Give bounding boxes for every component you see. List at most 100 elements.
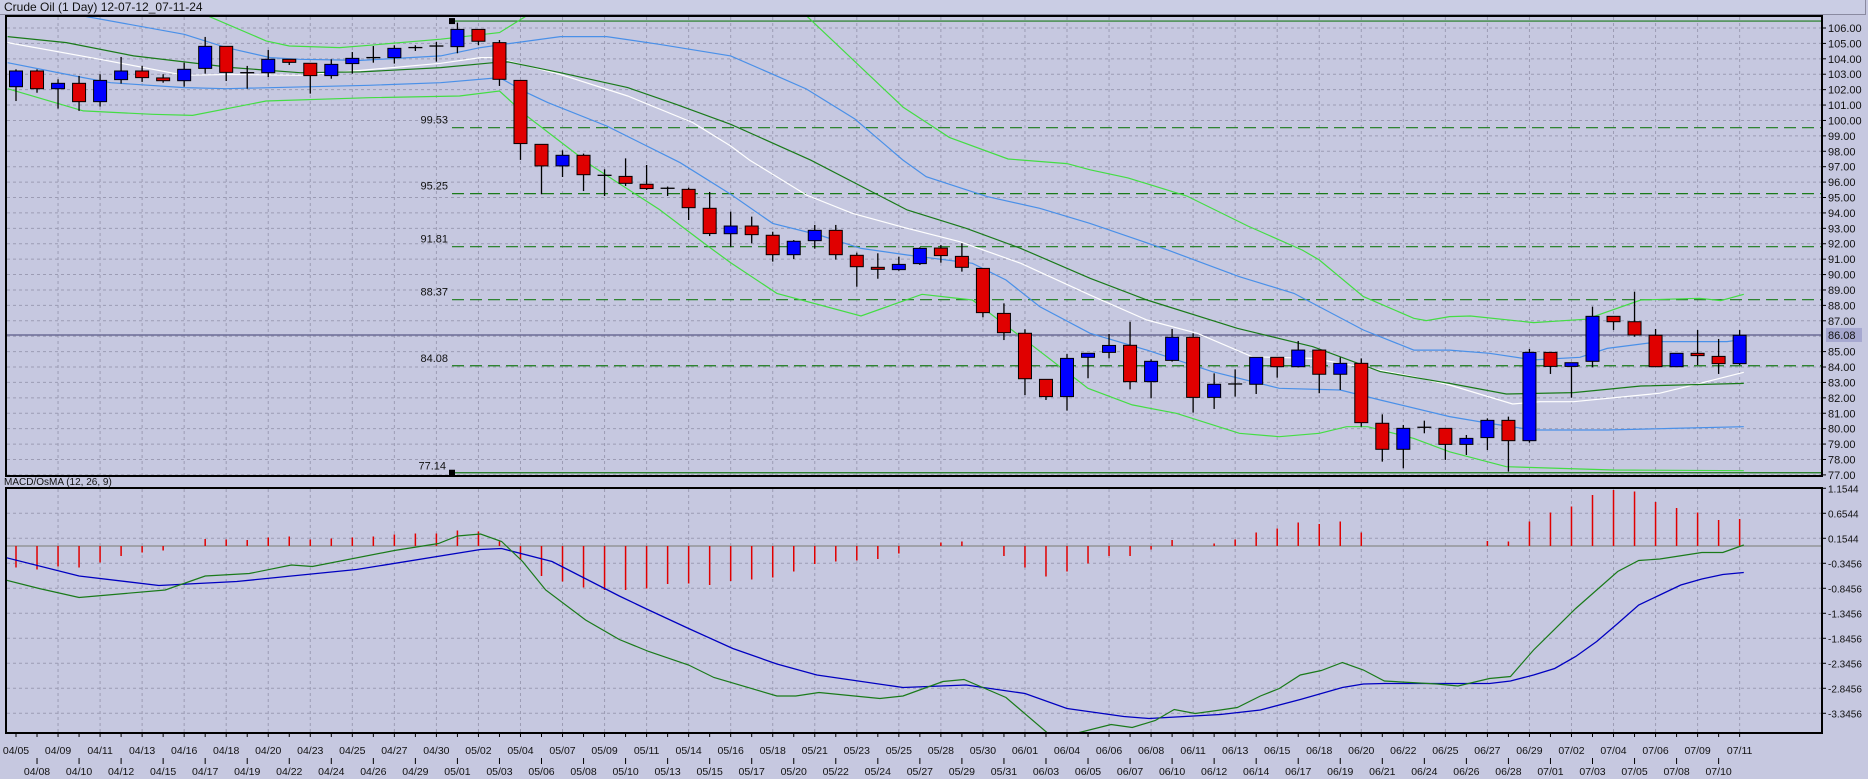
date-axis-label: 05/02 bbox=[465, 745, 491, 757]
price-panel: 99.53 95.25 91.81 88.37 84.08 77.14 bbox=[7, 17, 1822, 476]
candle[interactable] bbox=[1312, 349, 1327, 394]
price-axis-label: 99.00 bbox=[1828, 131, 1856, 143]
date-axis-label: 06/03 bbox=[1033, 766, 1059, 778]
candle[interactable] bbox=[30, 69, 45, 93]
date-axis-label: 04/10 bbox=[66, 766, 92, 778]
date-axis-label: 06/12 bbox=[1201, 766, 1227, 778]
candle[interactable] bbox=[1354, 358, 1369, 427]
date-axis-label: 07/06 bbox=[1642, 745, 1668, 757]
candle[interactable] bbox=[1060, 354, 1074, 411]
candle-body-up bbox=[1207, 383, 1222, 398]
candle-body-up bbox=[1081, 352, 1096, 358]
range-low-label: 77.14 bbox=[418, 461, 446, 473]
candle-body-down bbox=[1501, 419, 1516, 442]
date-axis-label: 07/10 bbox=[1705, 766, 1731, 778]
candle[interactable] bbox=[261, 50, 276, 78]
level-label: 95.25 bbox=[420, 181, 448, 193]
date-axis-label: 05/22 bbox=[823, 766, 849, 778]
candle[interactable] bbox=[471, 28, 486, 46]
candle[interactable] bbox=[1375, 414, 1390, 462]
date-axis-label: 06/29 bbox=[1516, 745, 1542, 757]
candle[interactable] bbox=[1627, 291, 1642, 337]
candle[interactable] bbox=[534, 143, 549, 195]
candle[interactable] bbox=[408, 45, 423, 51]
date-axis-label: 06/24 bbox=[1411, 766, 1437, 778]
candle-body-down bbox=[681, 188, 696, 209]
date-axis-label: 05/15 bbox=[697, 766, 723, 778]
candle[interactable] bbox=[1732, 330, 1747, 366]
candle[interactable] bbox=[954, 243, 969, 272]
candle[interactable] bbox=[1606, 315, 1621, 331]
candle-body-down bbox=[618, 175, 633, 184]
candle[interactable] bbox=[1522, 348, 1537, 443]
candle[interactable] bbox=[177, 62, 192, 87]
candle[interactable] bbox=[744, 216, 759, 244]
candle[interactable] bbox=[576, 153, 591, 192]
date-axis-label: 04/23 bbox=[297, 745, 323, 757]
candle[interactable] bbox=[1438, 427, 1453, 460]
candle[interactable] bbox=[450, 22, 465, 54]
candle[interactable] bbox=[681, 187, 696, 221]
candle[interactable] bbox=[1543, 351, 1558, 374]
price-axis-label: 81.00 bbox=[1828, 408, 1856, 420]
candle[interactable] bbox=[492, 40, 507, 86]
candle-body-down bbox=[1627, 321, 1642, 336]
candle[interactable] bbox=[723, 211, 738, 247]
candle-body-down bbox=[765, 234, 780, 256]
macd-main-line bbox=[7, 533, 1745, 733]
candle[interactable] bbox=[1480, 418, 1495, 451]
candle[interactable] bbox=[9, 69, 23, 102]
candle[interactable] bbox=[219, 45, 234, 82]
candle[interactable] bbox=[765, 231, 780, 262]
candle[interactable] bbox=[513, 79, 528, 160]
candle[interactable] bbox=[660, 186, 675, 196]
candle[interactable] bbox=[303, 62, 318, 94]
candle-body-up bbox=[1291, 349, 1306, 368]
candle[interactable] bbox=[1711, 338, 1726, 374]
candle[interactable] bbox=[1165, 328, 1180, 362]
candle[interactable] bbox=[1417, 420, 1432, 434]
candle[interactable] bbox=[387, 45, 402, 64]
candle-body-up bbox=[9, 70, 23, 88]
candle[interactable] bbox=[828, 224, 843, 260]
candle[interactable] bbox=[1144, 359, 1159, 399]
candle-body-up bbox=[786, 240, 801, 256]
candle[interactable] bbox=[849, 252, 864, 287]
candle[interactable] bbox=[618, 158, 633, 186]
candle[interactable] bbox=[1228, 369, 1243, 397]
candle[interactable] bbox=[639, 164, 654, 190]
candle-body-down bbox=[135, 70, 150, 79]
candle-body-down bbox=[744, 225, 759, 236]
candle[interactable] bbox=[1207, 373, 1222, 409]
candle[interactable] bbox=[1291, 340, 1306, 368]
candle[interactable] bbox=[1017, 329, 1032, 396]
candle[interactable] bbox=[93, 74, 108, 107]
candle[interactable] bbox=[1396, 424, 1411, 469]
candle[interactable] bbox=[702, 191, 717, 237]
candle[interactable] bbox=[975, 267, 990, 318]
candle[interactable] bbox=[1186, 333, 1201, 413]
candle-body-up bbox=[177, 68, 192, 82]
candle[interactable] bbox=[1459, 434, 1474, 456]
candle[interactable] bbox=[786, 240, 801, 259]
candle-body-down bbox=[576, 154, 591, 176]
candle-body-down bbox=[1186, 336, 1201, 398]
price-axis-label: 88.00 bbox=[1828, 300, 1856, 312]
candle[interactable] bbox=[912, 247, 927, 266]
candle[interactable] bbox=[1038, 378, 1053, 400]
candlestick-chart[interactable]: 99.53 95.25 91.81 88.37 84.08 77.14 106.00 105.… bbox=[0, 0, 1868, 779]
candle[interactable] bbox=[555, 150, 570, 178]
candle[interactable] bbox=[282, 58, 297, 65]
candle[interactable] bbox=[1123, 321, 1138, 390]
candle[interactable] bbox=[324, 59, 339, 79]
date-axis-label: 05/30 bbox=[970, 745, 996, 757]
candle[interactable] bbox=[1669, 352, 1684, 368]
candle[interactable] bbox=[114, 56, 129, 84]
candle[interactable] bbox=[1249, 356, 1264, 394]
price-axis-label: 105.00 bbox=[1828, 38, 1862, 50]
candle[interactable] bbox=[156, 74, 171, 83]
price-panel-frame bbox=[5, 15, 1823, 477]
candle[interactable] bbox=[597, 169, 612, 196]
candle[interactable] bbox=[72, 75, 87, 111]
date-axis-label: 05/21 bbox=[802, 745, 828, 757]
